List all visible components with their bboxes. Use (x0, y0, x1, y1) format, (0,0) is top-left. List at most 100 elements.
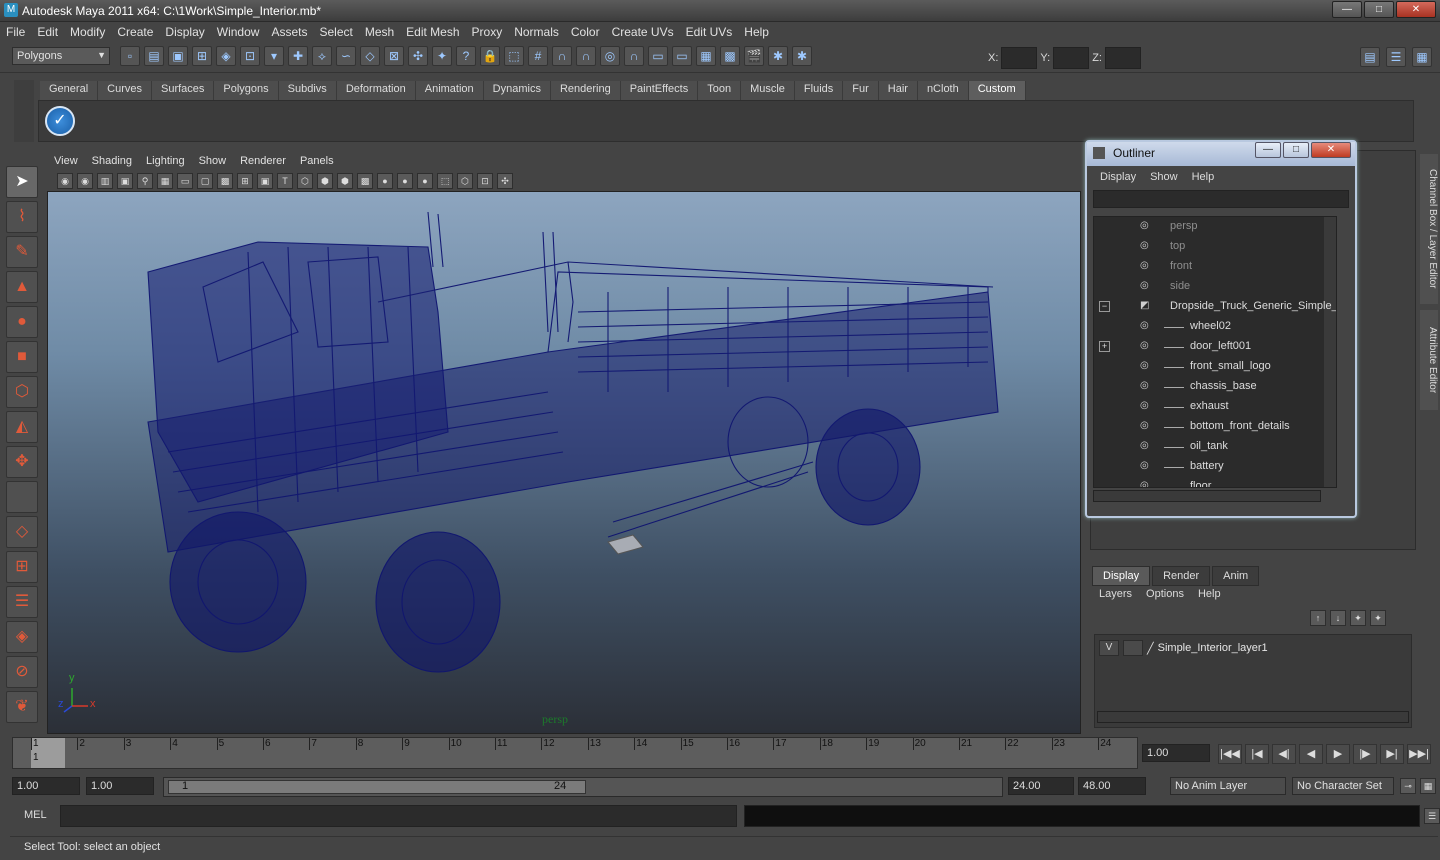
layer-menu-options[interactable]: Options (1139, 588, 1191, 606)
xray-active-icon[interactable]: ✣ (497, 172, 513, 189)
select-deformations-icon[interactable]: ⊠ (384, 46, 404, 66)
move-tool-icon[interactable]: ▲ (6, 271, 38, 303)
safe-title-icon[interactable]: T (277, 172, 293, 189)
open-scene-icon[interactable]: ▤ (144, 46, 164, 66)
select-misc-icon[interactable]: ? (456, 46, 476, 66)
snap-grid-icon[interactable]: # (528, 46, 548, 66)
layer-menu-help[interactable]: Help (1191, 588, 1228, 606)
outliner-menu-display[interactable]: Display (1093, 171, 1143, 183)
animation-preferences-icon[interactable]: ▦ (1420, 778, 1436, 794)
range-slider-handle[interactable] (168, 780, 586, 794)
outliner-close-button[interactable]: ✕ (1311, 142, 1351, 158)
step-forward-key-button[interactable]: ▶| (1380, 744, 1404, 764)
step-back-key-button[interactable]: |◀ (1245, 744, 1269, 764)
tab-toon[interactable]: Toon (698, 81, 742, 100)
outliner-item[interactable]: ◎ chassis_base (1094, 377, 1336, 397)
custom-script-icon[interactable]: ✓ (45, 106, 75, 136)
menu-edit[interactable]: Edit (31, 25, 64, 39)
four-view-layout-icon[interactable]: ⊞ (6, 551, 38, 583)
grid-icon[interactable]: ▦ (157, 172, 173, 189)
go-to-start-button[interactable]: |◀◀ (1218, 744, 1242, 764)
outliner-maximize-button[interactable]: □ (1283, 142, 1309, 158)
range-slider[interactable]: 1 24 (163, 777, 1003, 797)
outliner-item[interactable]: ◎ wheel02 (1094, 317, 1336, 337)
select-handles-icon[interactable]: ✚ (288, 46, 308, 66)
new-layer-from-selection-icon[interactable]: ✦ (1370, 610, 1386, 626)
panel-menu-shading[interactable]: Shading (85, 155, 139, 167)
panel-menu-lighting[interactable]: Lighting (139, 155, 192, 167)
tab-attribute-editor[interactable]: Attribute Editor (1420, 310, 1438, 410)
wireframe-icon[interactable]: ⬡ (297, 172, 313, 189)
outliner-item[interactable]: ◎ battery (1094, 457, 1336, 477)
outliner-item[interactable]: ◎ bottom_front_details (1094, 417, 1336, 437)
layer-row[interactable]: V ╱ Simple_Interior_layer1 (1099, 639, 1405, 657)
tab-dynamics[interactable]: Dynamics (483, 81, 551, 100)
playback-end-field[interactable]: 24.00 (1008, 777, 1074, 795)
perspective-viewport[interactable]: y x z persp (47, 191, 1081, 734)
character-set-dropdown[interactable]: No Character Set (1292, 777, 1394, 795)
menu-edit-uvs[interactable]: Edit UVs (680, 25, 739, 39)
toggle-channel-box-icon[interactable]: ▤ (1360, 47, 1380, 67)
universal-manipulator-icon[interactable]: ⬡ (6, 376, 38, 408)
step-forward-frame-button[interactable]: |▶ (1353, 744, 1377, 764)
hypershade-layout-icon[interactable]: ⊘ (6, 656, 38, 688)
toggle-attribute-editor-icon[interactable]: ▦ (1412, 47, 1432, 67)
field-chart-icon[interactable]: ⊞ (237, 172, 253, 189)
menu-select[interactable]: Select (313, 25, 358, 39)
layer-type-toggle[interactable] (1123, 640, 1143, 656)
shelf-options[interactable] (14, 80, 34, 142)
panel-menu-panels[interactable]: Panels (293, 155, 341, 167)
snap-curve-icon[interactable]: ∩ (552, 46, 572, 66)
tab-rendering[interactable]: Rendering (550, 81, 621, 100)
ipr-render-icon[interactable]: ✱ (768, 46, 788, 66)
tab-deformation[interactable]: Deformation (336, 81, 416, 100)
tab-fur[interactable]: Fur (843, 81, 879, 100)
2d-pan-zoom-icon[interactable]: ⚲ (137, 172, 153, 189)
command-language-label[interactable]: MEL (24, 809, 47, 821)
menu-normals[interactable]: Normals (508, 25, 565, 39)
menu-file[interactable]: File (0, 25, 31, 39)
time-slider[interactable]: 1 1 2 3 4 5 6 7 8 9 10 11 12 13 14 15 16 17 18 19 20 21 22 23 2… (12, 737, 1138, 769)
gate-mask-icon[interactable]: ▩ (217, 172, 233, 189)
outliner-persp-layout-icon[interactable]: ☰ (6, 586, 38, 618)
outliner-item[interactable]: − ◩ Dropside_Truck_Generic_Simple_Ir (1094, 297, 1336, 317)
tab-hair[interactable]: Hair (878, 81, 918, 100)
lasso-tool-icon[interactable]: ⌇ (6, 201, 38, 233)
tab-display-layers[interactable]: Display (1092, 566, 1151, 586)
z-field[interactable] (1104, 47, 1141, 69)
isolate-select-icon[interactable]: ⬚ (437, 172, 453, 189)
menu-help[interactable]: Help (738, 25, 775, 39)
menu-create[interactable]: Create (111, 25, 159, 39)
outliner-item[interactable]: ◎ persp (1094, 217, 1336, 237)
render-frame-icon[interactable]: 🎬 (744, 46, 764, 66)
animation-start-field[interactable]: 1.00 (12, 777, 80, 795)
shadows-icon[interactable]: ● (397, 172, 413, 189)
textured-icon[interactable]: ▩ (357, 172, 373, 189)
outliner-item[interactable]: ◎ side (1094, 277, 1336, 297)
select-curves-icon[interactable]: ∽ (336, 46, 356, 66)
playback-start-field[interactable]: 1.00 (86, 777, 154, 795)
tab-painteffects[interactable]: PaintEffects (620, 81, 699, 100)
menu-set-dropdown[interactable]: Polygons ▼ (12, 47, 110, 65)
step-back-frame-button[interactable]: ◀| (1272, 744, 1296, 764)
outliner-minimize-button[interactable]: — (1255, 142, 1281, 158)
toggle-tool-settings-icon[interactable]: ☰ (1386, 47, 1406, 67)
smooth-shade-icon[interactable]: ⬢ (317, 172, 333, 189)
filter-icon[interactable]: ▾ (264, 46, 284, 66)
select-camera-icon[interactable]: ◉ (57, 172, 73, 189)
safe-action-icon[interactable]: ▣ (257, 172, 273, 189)
use-all-lights-icon[interactable]: ● (377, 172, 393, 189)
menu-proxy[interactable]: Proxy (466, 25, 509, 39)
layer-visibility-toggle[interactable]: V (1099, 640, 1119, 656)
script-editor-icon[interactable]: ☰ (1424, 808, 1440, 824)
graph-persp-layout-icon[interactable]: ◈ (6, 621, 38, 653)
minimize-button[interactable]: — (1332, 1, 1362, 18)
menu-window[interactable]: Window (211, 25, 266, 39)
lock-icon[interactable]: 🔒 (480, 46, 500, 66)
film-gate-icon[interactable]: ▭ (177, 172, 193, 189)
make-live-icon[interactable]: ∩ (624, 46, 644, 66)
soft-modification-icon[interactable]: ◭ (6, 411, 38, 443)
select-object-icon[interactable]: ◈ (216, 46, 236, 66)
paint-select-tool-icon[interactable]: ✎ (6, 236, 38, 268)
save-scene-icon[interactable]: ▣ (168, 46, 188, 66)
